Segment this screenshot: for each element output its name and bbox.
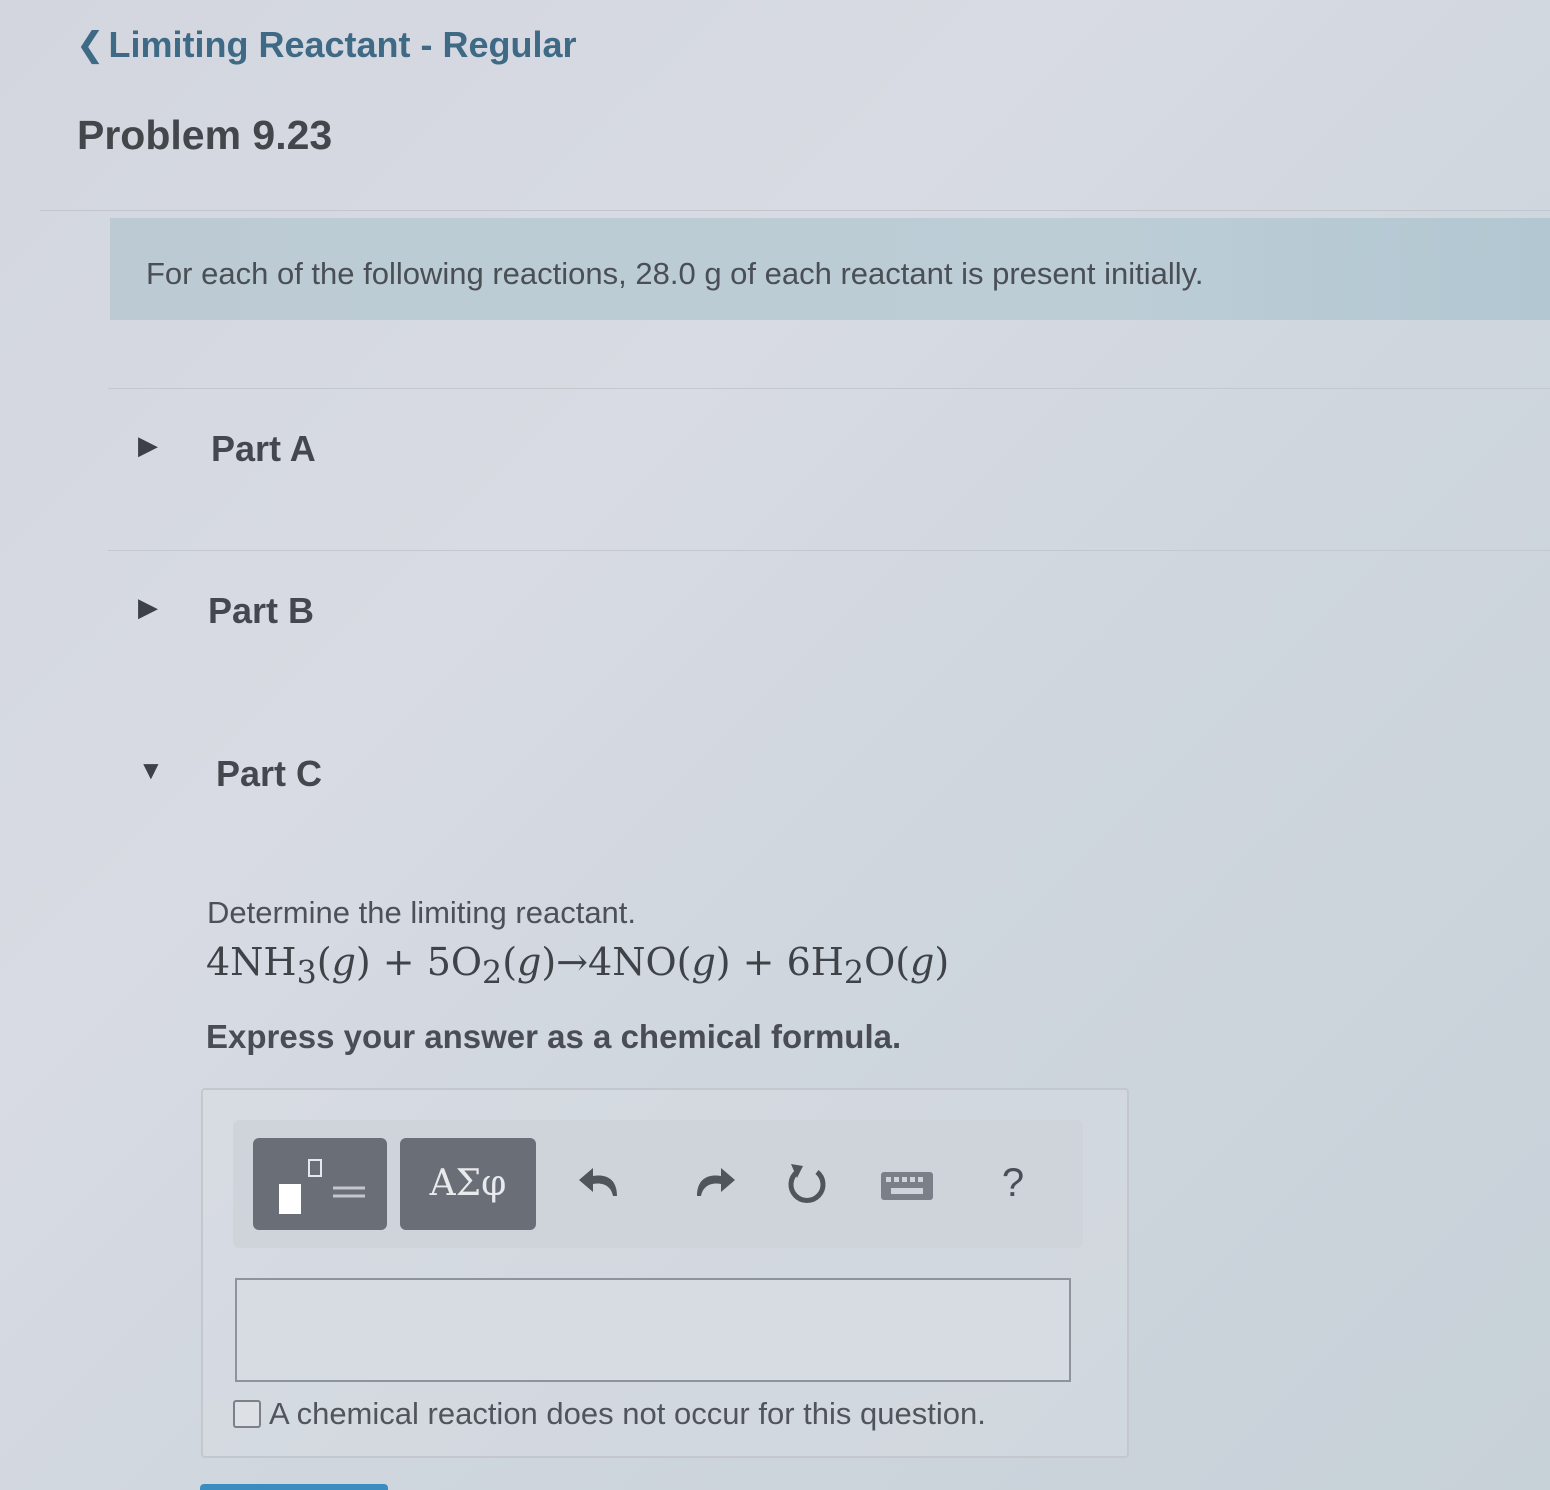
part-c-toggle[interactable]: ▼ Part C xyxy=(108,735,1550,815)
keyboard-icon xyxy=(881,1172,933,1200)
reset-button[interactable] xyxy=(777,1150,837,1216)
intro-text: For each of the following reactions, 28.… xyxy=(146,256,1204,291)
question-text: Determine the limiting reactant. xyxy=(207,895,637,930)
redo-button[interactable] xyxy=(681,1150,741,1216)
chevron-left-icon: ❮ xyxy=(76,26,105,64)
part-b-toggle[interactable]: ▶ Part B xyxy=(108,572,1550,652)
help-icon: ? xyxy=(1001,1161,1025,1205)
problem-title: Problem 9.23 xyxy=(77,112,333,158)
answer-input[interactable] xyxy=(235,1278,1071,1382)
no-reaction-option[interactable]: A chemical reaction does not occur for t… xyxy=(233,1396,986,1432)
no-reaction-checkbox[interactable] xyxy=(233,1400,261,1428)
caret-down-icon: ▼ xyxy=(138,755,164,785)
greek-letters-icon: ΑΣφ xyxy=(429,1163,507,1204)
help-button[interactable]: ? xyxy=(983,1150,1043,1216)
back-link-label: Limiting Reactant - Regular xyxy=(108,24,577,65)
redo-icon xyxy=(697,1168,735,1196)
part-a-toggle[interactable]: ▶ Part A xyxy=(108,410,1550,490)
back-link[interactable]: ❮ Limiting Reactant - Regular xyxy=(76,24,577,66)
keyboard-button[interactable] xyxy=(877,1150,937,1216)
greek-letters-button[interactable]: ΑΣφ xyxy=(400,1138,536,1230)
divider xyxy=(108,388,1550,389)
answer-instruction: Express your answer as a chemical formul… xyxy=(206,1018,902,1055)
answer-panel: ΑΣφ ? A chemical reaction does not occur… xyxy=(201,1088,1129,1458)
part-a-label: Part A xyxy=(211,428,316,469)
caret-right-icon: ▶ xyxy=(138,430,158,460)
undo-button[interactable] xyxy=(573,1150,633,1216)
reset-icon xyxy=(788,1164,826,1203)
math-toolbar: ΑΣφ ? xyxy=(233,1120,1083,1248)
templates-icon xyxy=(279,1159,365,1214)
templates-button[interactable] xyxy=(253,1138,387,1230)
undo-icon xyxy=(579,1168,617,1196)
divider xyxy=(40,210,1550,211)
caret-right-icon: ▶ xyxy=(138,592,158,622)
part-c-label: Part C xyxy=(216,753,323,794)
problem-intro: For each of the following reactions, 28.… xyxy=(110,218,1550,320)
submit-button[interactable] xyxy=(200,1484,388,1490)
chemical-equation: 4NH3(g) + 5O2(g)→4NO(g) + 6H2O(g) xyxy=(206,940,950,992)
no-reaction-label: A chemical reaction does not occur for t… xyxy=(269,1396,986,1431)
divider xyxy=(108,550,1550,551)
part-b-label: Part B xyxy=(208,590,315,631)
